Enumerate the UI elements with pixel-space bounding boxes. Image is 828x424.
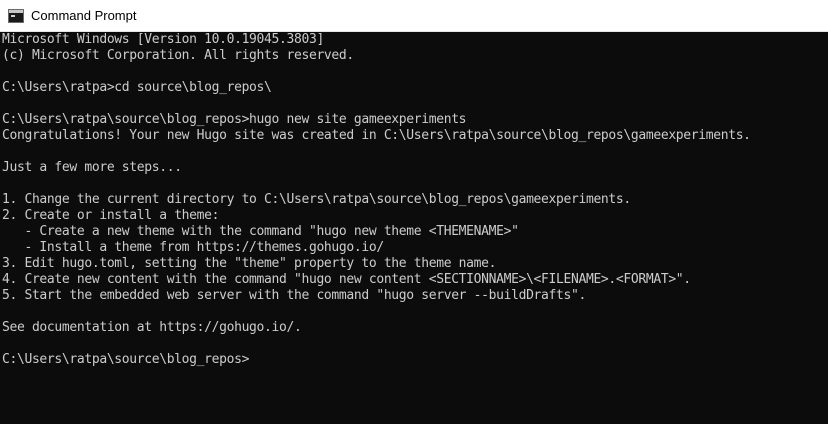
console-line: 3. Edit hugo.toml, setting the "theme" p…	[2, 256, 497, 271]
console-line: 1. Change the current directory to C:\Us…	[2, 192, 631, 207]
console-line: - Install a theme from https://themes.go…	[2, 240, 384, 255]
window-title: Command Prompt	[31, 8, 137, 23]
command-prompt-line[interactable]: C:\Users\ratpa\source\blog_repos>	[2, 352, 828, 368]
console-line: 2. Create or install a theme:	[2, 208, 220, 223]
title-bar[interactable]: Command Prompt	[0, 0, 828, 32]
console-output[interactable]: Microsoft Windows [Version 10.0.19045.38…	[0, 32, 828, 424]
console-line: Just a few more steps...	[2, 160, 182, 175]
console-line: 5. Start the embedded web server with th…	[2, 288, 586, 303]
console-line: 4. Create new content with the command "…	[2, 272, 691, 287]
console-line: Congratulations! Your new Hugo site was …	[2, 128, 751, 143]
console-line: Microsoft Windows [Version 10.0.19045.38…	[2, 32, 324, 47]
console-line: (c) Microsoft Corporation. All rights re…	[2, 48, 354, 63]
console-line: C:\Users\ratpa\source\blog_repos>hugo ne…	[2, 112, 467, 127]
console-line: C:\Users\ratpa>cd source\blog_repos\	[2, 80, 272, 95]
console-lines: Microsoft Windows [Version 10.0.19045.38…	[0, 32, 828, 368]
console-line: See documentation at https://gohugo.io/.	[2, 320, 302, 335]
command-prompt-window: Command Prompt Microsoft Windows [Versio…	[0, 0, 828, 424]
console-line: - Create a new theme with the command "h…	[2, 224, 519, 239]
cmd-icon[interactable]	[8, 8, 24, 23]
